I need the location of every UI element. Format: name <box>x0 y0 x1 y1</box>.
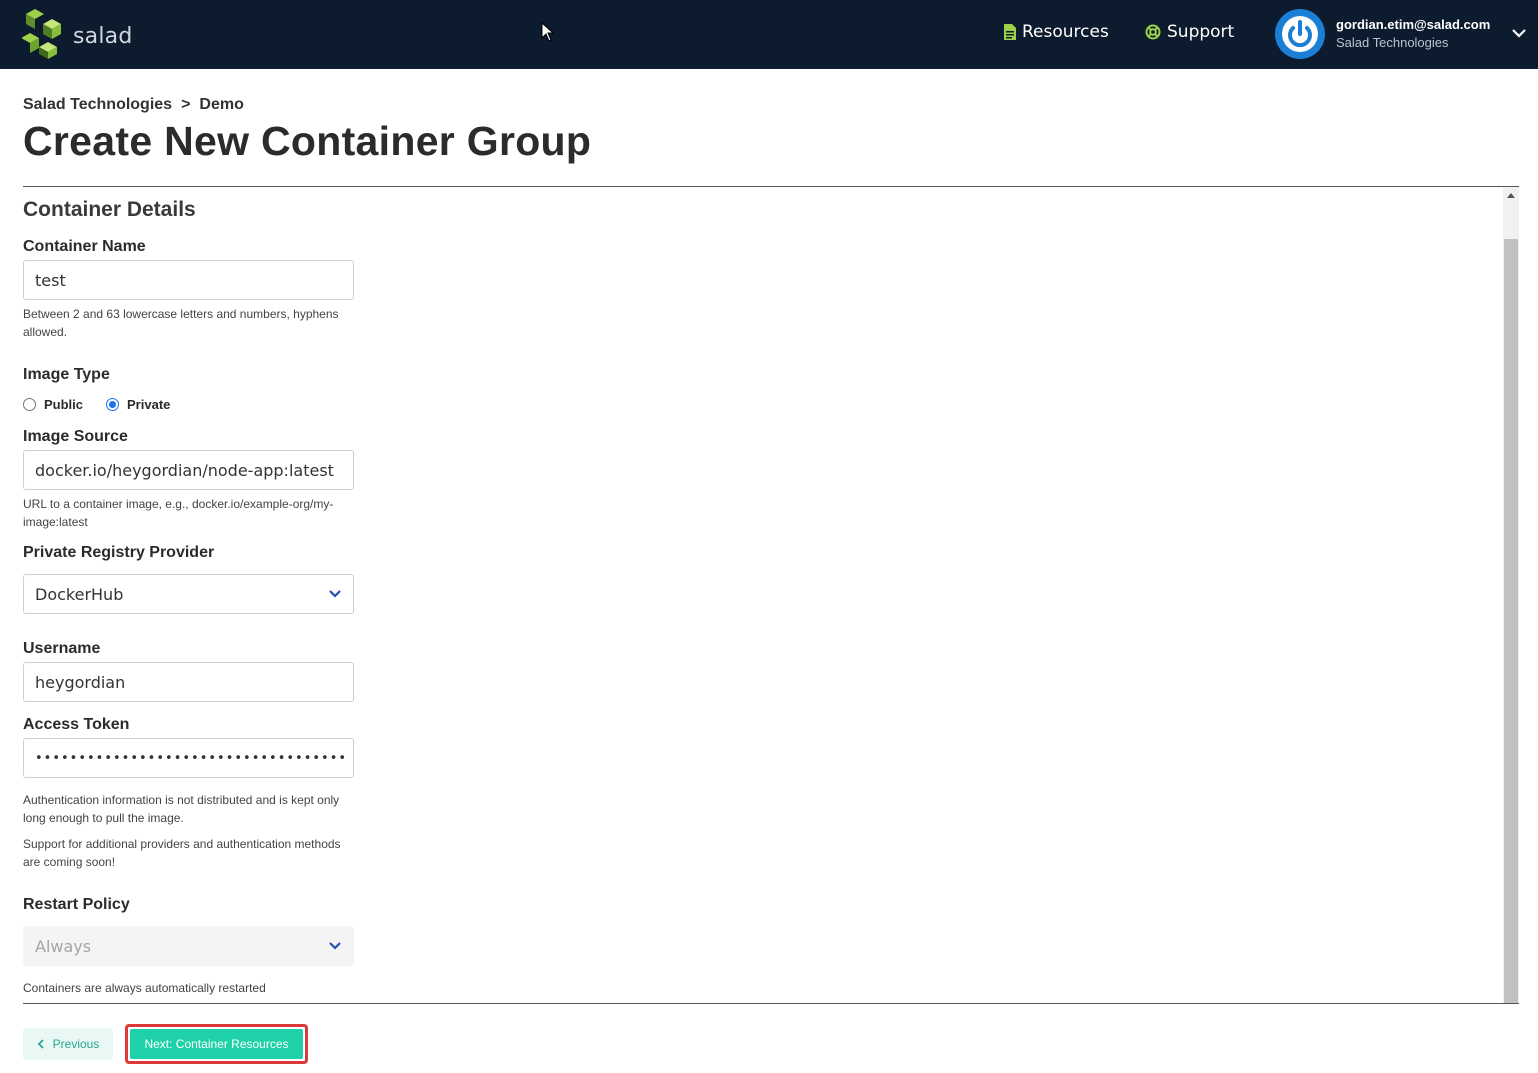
public-radio-label: Public <box>44 397 84 412</box>
username-input[interactable]: heygordian <box>23 662 354 702</box>
support-label: Support <box>1167 22 1235 42</box>
lifebuoy-icon <box>1145 24 1161 40</box>
private-radio[interactable] <box>106 398 120 411</box>
image-source-label: Image Source <box>23 428 128 445</box>
access-token-input[interactable]: •••••••••••••••••••••••••••••••••••• <box>23 738 354 778</box>
restart-policy-select: Always <box>23 926 354 966</box>
form-scrollbar[interactable] <box>1503 187 1519 1003</box>
resources-link[interactable]: Resources <box>1004 22 1109 42</box>
scroll-up-arrow-icon[interactable] <box>1507 193 1515 198</box>
previous-button-label: Previous <box>52 1037 100 1051</box>
private-radio-label: Private <box>127 397 171 412</box>
previous-button[interactable]: Previous <box>23 1028 113 1060</box>
access-token-help-1: Authentication information is not distri… <box>23 793 340 825</box>
user-avatar[interactable] <box>1275 9 1325 59</box>
public-radio[interactable] <box>23 398 36 411</box>
registry-provider-value: DockerHub <box>35 584 124 604</box>
chevron-down-icon <box>329 590 341 598</box>
mouse-pointer-icon <box>541 22 555 42</box>
image-source-value: docker.io/heygordian/node-app:latest <box>35 460 334 480</box>
breadcrumb-project[interactable]: Demo <box>199 96 243 114</box>
next-container-resources-button[interactable]: Next: Container Resources <box>130 1029 303 1059</box>
salad-logo[interactable]: salad <box>22 9 132 59</box>
username-label: Username <box>23 640 101 657</box>
container-name-value: test <box>35 270 66 290</box>
container-name-label: Container Name <box>23 238 146 255</box>
image-source-input[interactable]: docker.io/heygordian/node-app:latest <box>23 450 354 490</box>
brand-name: salad <box>73 24 133 49</box>
access-token-label: Access Token <box>23 716 130 733</box>
top-navigation-bar: salad Resources Support gordian.etim@sal… <box>0 0 1538 69</box>
chevron-down-icon <box>329 942 341 950</box>
image-type-public-option[interactable]: Public <box>23 397 83 412</box>
image-type-label: Image Type <box>23 366 110 383</box>
chevron-down-icon[interactable] <box>1511 26 1527 40</box>
divider <box>23 186 1519 187</box>
page-title: Create New Container Group <box>23 118 592 164</box>
breadcrumb-separator: > <box>181 96 191 113</box>
salad-logo-icon <box>22 9 61 59</box>
breadcrumb: Salad Technologies > Demo <box>23 96 244 114</box>
image-type-radio-group: Public Private <box>23 397 193 412</box>
image-source-help: URL to a container image, e.g., docker.i… <box>23 497 334 529</box>
next-button-label: Next: Container Resources <box>144 1037 289 1051</box>
resources-label: Resources <box>1022 22 1109 42</box>
section-title: Container Details <box>23 198 196 221</box>
user-organization: Salad Technologies <box>1336 35 1449 50</box>
registry-provider-select[interactable]: DockerHub <box>23 574 354 614</box>
registry-provider-label: Private Registry Provider <box>23 544 215 561</box>
image-type-private-option[interactable]: Private <box>106 397 170 412</box>
scrollbar-thumb[interactable] <box>1504 239 1518 1003</box>
username-value: heygordian <box>35 672 126 692</box>
divider <box>23 1003 1519 1004</box>
access-token-help-2: Support for additional providers and aut… <box>23 837 341 869</box>
access-token-value: •••••••••••••••••••••••••••••••••••• <box>35 750 348 766</box>
document-icon <box>1004 24 1016 40</box>
restart-policy-value: Always <box>35 936 92 956</box>
restart-policy-label: Restart Policy <box>23 896 130 913</box>
chevron-left-icon <box>37 1039 44 1049</box>
container-name-help: Between 2 and 63 lowercase letters and n… <box>23 307 339 339</box>
user-email: gordian.etim@salad.com <box>1336 17 1491 32</box>
container-name-input[interactable]: test <box>23 260 354 300</box>
support-link[interactable]: Support <box>1145 22 1234 42</box>
power-icon <box>1282 16 1318 52</box>
restart-policy-help: Containers are always automatically rest… <box>23 981 266 995</box>
breadcrumb-organization[interactable]: Salad Technologies <box>23 96 172 114</box>
